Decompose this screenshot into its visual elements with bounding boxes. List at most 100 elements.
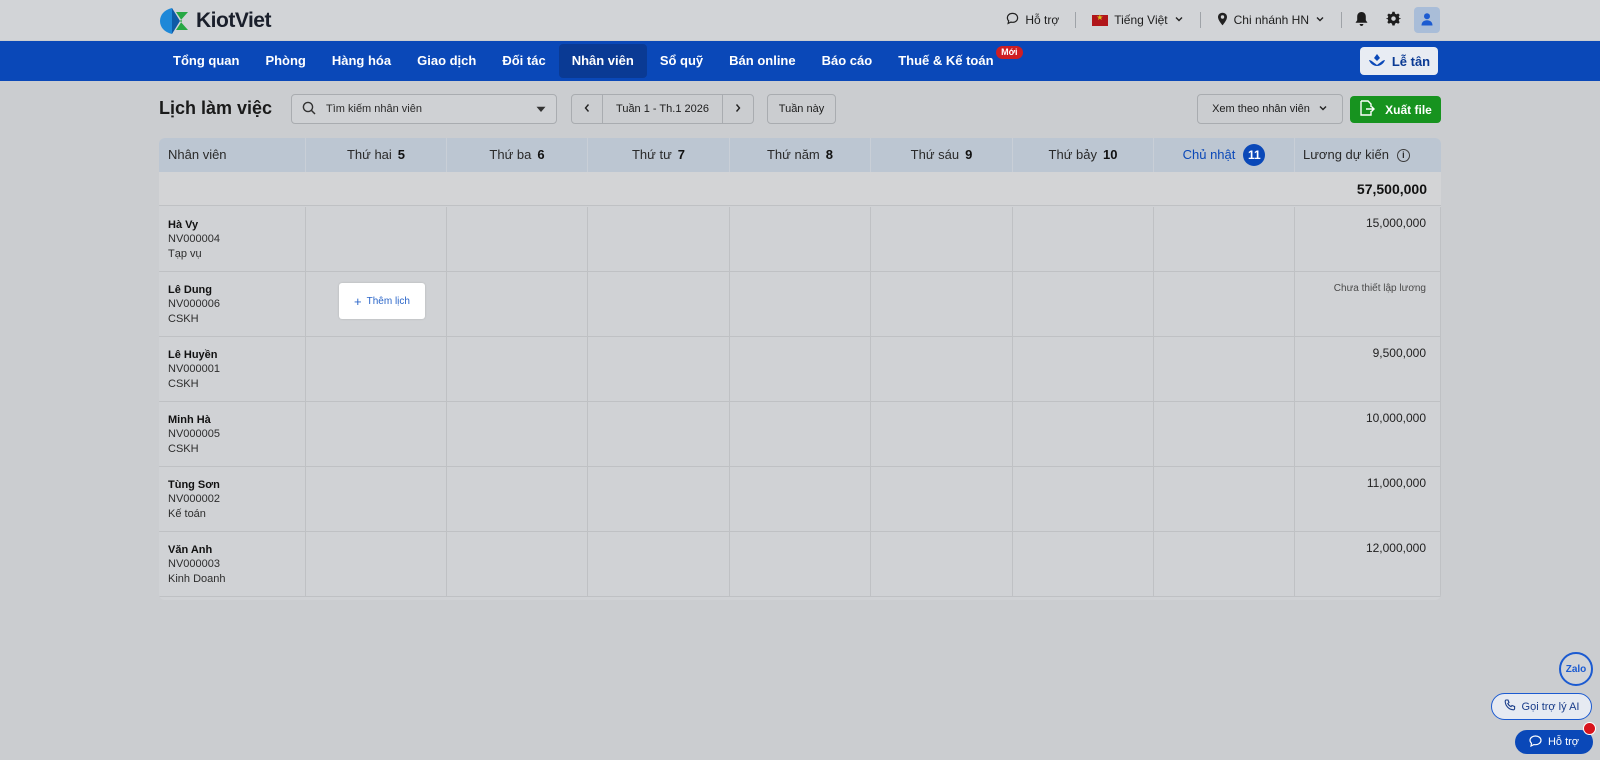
week-label[interactable]: Tuần 1 - Th.1 2026 — [602, 95, 723, 123]
nav-item-6[interactable]: Sổ quỹ — [647, 44, 716, 78]
schedule-cell[interactable] — [871, 532, 1013, 597]
schedule-cell[interactable] — [871, 207, 1013, 272]
previous-week-button[interactable] — [572, 95, 602, 123]
schedule-cell[interactable] — [1154, 337, 1295, 402]
nav-item-label: Sổ quỹ — [659, 53, 704, 68]
nav-item-1[interactable]: Phòng — [252, 44, 318, 78]
header-day: Thứ ba 6 — [447, 138, 588, 172]
schedule-cell[interactable] — [306, 337, 447, 402]
schedule-cell[interactable] — [447, 272, 588, 337]
employee-code: NV000003 — [168, 558, 220, 570]
nav-item-label: Hàng hóa — [331, 53, 392, 68]
schedule-cell[interactable] — [588, 532, 730, 597]
chevron-down-icon — [1174, 13, 1184, 27]
day-date: 10 — [1102, 147, 1118, 162]
schedule-cell[interactable] — [1013, 402, 1154, 467]
schedule-cell[interactable] — [1154, 207, 1295, 272]
location-pin-icon — [1217, 12, 1228, 29]
support-link[interactable]: Hỗ trợ — [990, 10, 1075, 30]
settings-button[interactable] — [1380, 7, 1406, 33]
top-bar: KiotViet Hỗ trợ Tiếng Việt Chi nhánh HN — [0, 0, 1600, 40]
schedule-cell[interactable] — [730, 272, 871, 337]
user-avatar[interactable] — [1414, 7, 1440, 33]
nav-item-5[interactable]: Nhân viên — [558, 44, 647, 78]
schedule-cell[interactable] — [588, 337, 730, 402]
employee-name: Văn Anh — [168, 544, 213, 556]
ai-assistant-button[interactable]: Gọi trợ lý AI — [1491, 693, 1592, 720]
next-week-button[interactable] — [723, 95, 753, 123]
nav-item-3[interactable]: Giao dịch — [404, 44, 489, 78]
schedule-cell[interactable] — [1013, 272, 1154, 337]
nav-item-8[interactable]: Báo cáo — [809, 44, 886, 78]
nav-item-0[interactable]: Tổng quan — [160, 44, 252, 78]
schedule-cell[interactable] — [871, 272, 1013, 337]
schedule-cell[interactable] — [730, 467, 871, 532]
employee-name: Tùng Sơn — [168, 479, 220, 491]
schedule-cell[interactable] — [447, 402, 588, 467]
header-day: Chủ nhật 11 — [1154, 138, 1295, 172]
schedule-cell[interactable] — [871, 402, 1013, 467]
day-date: 5 — [397, 147, 406, 162]
schedule-cell[interactable] — [1013, 532, 1154, 597]
info-icon[interactable]: i — [1396, 149, 1410, 163]
schedule-cell[interactable] — [588, 207, 730, 272]
employee-cell[interactable]: Hà Vy NV000004 Tạp vụ — [159, 207, 306, 272]
schedule-cell[interactable] — [588, 272, 730, 337]
schedule-cell[interactable] — [1154, 402, 1295, 467]
employee-cell[interactable]: Tùng Sơn NV000002 Kế toán — [159, 467, 306, 532]
employee-cell[interactable]: Minh Hà NV000005 CSKH — [159, 402, 306, 467]
schedule-cell[interactable] — [306, 532, 447, 597]
week-navigator: Tuần 1 - Th.1 2026 — [571, 94, 754, 124]
schedule-cell[interactable] — [306, 402, 447, 467]
nav-item-9[interactable]: Thuế & Kế toán Mới — [885, 44, 1023, 78]
day-date: 8 — [825, 147, 833, 162]
reception-label: Lễ tân — [1391, 53, 1431, 69]
nav-item-2[interactable]: Hàng hóa — [319, 44, 404, 78]
schedule-cell[interactable] — [588, 402, 730, 467]
employee-cell[interactable]: Lê Huyền NV000001 CSKH — [159, 337, 306, 402]
schedule-cell[interactable] — [1013, 207, 1154, 272]
employee-name: Lê Huyền — [168, 349, 218, 361]
schedule-cell[interactable] — [447, 532, 588, 597]
this-week-button[interactable]: Tuần này — [767, 94, 836, 124]
schedule-cell[interactable] — [730, 532, 871, 597]
schedule-cell[interactable] — [730, 337, 871, 402]
header-day: Thứ bảy 10 — [1013, 138, 1154, 172]
schedule-cell[interactable] — [447, 337, 588, 402]
employee-cell[interactable]: Văn Anh NV000003 Kinh Doanh — [159, 532, 306, 597]
export-file-button[interactable]: Xuất file — [1350, 96, 1441, 123]
schedule-cell[interactable] — [1154, 467, 1295, 532]
search-icon — [302, 101, 316, 118]
view-by-select[interactable]: Xem theo nhân viên — [1197, 94, 1343, 124]
schedule-cell[interactable] — [1154, 272, 1295, 337]
schedule-cell[interactable] — [871, 337, 1013, 402]
branch-selector[interactable]: Chi nhánh HN — [1201, 10, 1341, 30]
kiotviet-logo[interactable]: KiotViet — [158, 6, 271, 36]
zalo-button[interactable]: Zalo — [1559, 652, 1593, 686]
employee-cell[interactable]: Lê Dung NV000006 CSKH — [159, 272, 306, 337]
schedule-cell[interactable] — [447, 467, 588, 532]
schedule-cell[interactable] — [306, 467, 447, 532]
language-selector[interactable]: Tiếng Việt — [1076, 10, 1199, 30]
schedule-cell[interactable] — [730, 402, 871, 467]
help-chat-button[interactable]: Hỗ trợ — [1515, 730, 1593, 754]
schedule-cell[interactable] — [730, 207, 871, 272]
day-name: Thứ sáu — [910, 147, 960, 162]
nav-item-label: Thuế & Kế toán — [898, 53, 994, 68]
schedule-cell[interactable] — [871, 467, 1013, 532]
schedule-cell[interactable] — [588, 467, 730, 532]
schedule-cell[interactable] — [1154, 532, 1295, 597]
schedule-cell[interactable] — [1013, 337, 1154, 402]
nav-item-7[interactable]: Bán online — [716, 44, 808, 78]
notifications-button[interactable] — [1348, 7, 1374, 33]
schedule-cell[interactable] — [1013, 467, 1154, 532]
employee-search-select[interactable]: Tìm kiếm nhân viên — [291, 94, 557, 124]
chevron-right-icon — [734, 102, 742, 116]
table-header: Nhân viên Thứ hai 5 Thứ ba 6 Thứ tư 7 Thứ năm 8 T… — [159, 138, 1441, 172]
nav-item-4[interactable]: Đối tác — [489, 44, 558, 78]
reception-button[interactable]: Lễ tân — [1360, 47, 1438, 75]
add-schedule-button[interactable]: + Thêm lịch — [339, 283, 425, 319]
app-name: KiotViet — [196, 9, 271, 32]
schedule-cell[interactable] — [306, 207, 447, 272]
schedule-cell[interactable] — [447, 207, 588, 272]
